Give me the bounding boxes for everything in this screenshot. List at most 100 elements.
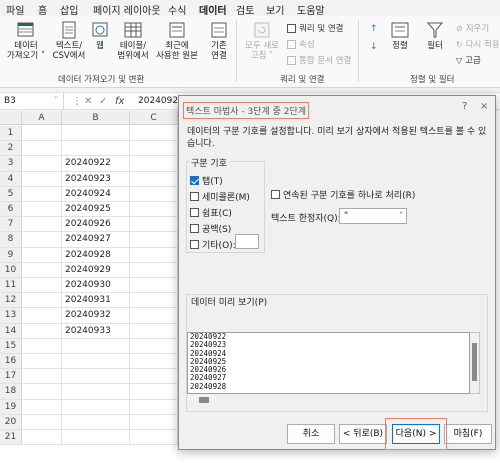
row-header[interactable]: 8	[0, 232, 22, 248]
text-qualifier-select[interactable]: " ˅	[339, 208, 407, 224]
row-header[interactable]: 5	[0, 186, 22, 202]
cell-a[interactable]	[22, 414, 62, 430]
cell-b[interactable]: 20240931	[62, 293, 130, 309]
menu-page-layout[interactable]: 페이지 레이아웃	[93, 2, 161, 17]
delimiter-space-checkbox[interactable]: 공백(S)	[190, 222, 231, 235]
delimiter-other-checkbox[interactable]: 기타(O):	[190, 238, 236, 251]
from-text-csv-button[interactable]: 텍스트/ CSV에서	[50, 21, 88, 61]
menu-insert[interactable]: 삽입	[60, 2, 78, 17]
row-header[interactable]: 10	[0, 262, 22, 278]
cell-c[interactable]	[130, 126, 178, 142]
cell-b[interactable]	[62, 141, 130, 157]
cell-a[interactable]	[22, 141, 62, 157]
cell-b[interactable]: 20240922	[62, 156, 130, 172]
cell-c[interactable]	[130, 217, 178, 233]
row-header[interactable]: 11	[0, 278, 22, 294]
consecutive-delimiters-checkbox[interactable]: 연속된 구분 기호를 하나로 처리(R)	[271, 188, 415, 201]
cell-c[interactable]	[130, 262, 178, 278]
cell-c[interactable]	[130, 278, 178, 294]
scrollbar-thumb[interactable]	[199, 397, 209, 403]
cell-b[interactable]: 20240930	[62, 278, 130, 294]
cancel-button[interactable]: 취소	[287, 424, 335, 444]
menu-view[interactable]: 보기	[266, 2, 284, 17]
row-header[interactable]: 21	[0, 430, 22, 446]
get-data-button[interactable]: 데이터 가져오기 ˅	[4, 21, 48, 61]
properties-button[interactable]: 속성	[287, 38, 315, 50]
row-header[interactable]: 1	[0, 126, 22, 142]
cell-c[interactable]	[130, 430, 178, 446]
existing-connections-button[interactable]: 기존 연결	[205, 21, 233, 61]
cell-b[interactable]: 20240925	[62, 202, 130, 218]
cell-b[interactable]: 20240928	[62, 247, 130, 263]
cell-c[interactable]	[130, 202, 178, 218]
cell-a[interactable]	[22, 232, 62, 248]
cell-c[interactable]	[130, 399, 178, 415]
preview-vertical-scrollbar[interactable]	[470, 332, 480, 394]
menu-home[interactable]: 홈	[38, 2, 47, 17]
delimiter-comma-checkbox[interactable]: 쉼표(C)	[190, 206, 232, 219]
refresh-all-button[interactable]: 모두 새로 고침 ˅	[242, 21, 282, 61]
cell-a[interactable]	[22, 354, 62, 370]
cell-b[interactable]	[62, 354, 130, 370]
chevron-down-icon[interactable]: ˅	[54, 96, 58, 104]
cell-b[interactable]: 20240924	[62, 186, 130, 202]
column-header-a[interactable]: A	[22, 111, 62, 125]
cell-a[interactable]	[22, 217, 62, 233]
cell-a[interactable]	[22, 399, 62, 415]
cell-b[interactable]: 20240932	[62, 308, 130, 324]
from-web-button[interactable]: 웹	[89, 21, 111, 51]
cell-c[interactable]	[130, 414, 178, 430]
cell-a[interactable]	[22, 338, 62, 354]
cell-c[interactable]	[130, 156, 178, 172]
sort-button[interactable]: 정렬	[388, 21, 412, 51]
row-header[interactable]: 16	[0, 354, 22, 370]
cell-a[interactable]	[22, 293, 62, 309]
menu-formulas[interactable]: 수식	[168, 2, 186, 17]
back-button[interactable]: < 뒤로(B)	[339, 424, 387, 444]
cell-c[interactable]	[130, 186, 178, 202]
cell-a[interactable]	[22, 323, 62, 339]
cell-b[interactable]	[62, 369, 130, 385]
row-header[interactable]: 2	[0, 141, 22, 157]
cell-b[interactable]: 20240929	[62, 262, 130, 278]
row-header[interactable]: 20	[0, 414, 22, 430]
cell-b[interactable]	[62, 126, 130, 142]
from-table-range-button[interactable]: 테이블/ 범위에서	[114, 21, 152, 61]
cell-b[interactable]: 20240923	[62, 171, 130, 187]
finish-button[interactable]: 마침(F)	[444, 424, 492, 444]
advanced-button[interactable]: ▽ 고급	[456, 54, 481, 67]
cell-c[interactable]	[130, 338, 178, 354]
select-all-corner[interactable]	[0, 111, 22, 125]
delimiter-tab-checkbox[interactable]: 탭(T)	[190, 174, 223, 187]
cell-c[interactable]	[130, 141, 178, 157]
sort-descending-icon[interactable]: ↓	[370, 42, 378, 52]
recent-sources-button[interactable]: 최근에 사용한 원본	[153, 21, 201, 61]
row-header[interactable]: 19	[0, 399, 22, 415]
data-preview-area[interactable]: 20240922 20240923 20240924 20240925 20240926…	[187, 332, 470, 394]
help-icon[interactable]: ?	[462, 101, 467, 112]
cell-a[interactable]	[22, 430, 62, 446]
menu-file[interactable]: 파일	[6, 2, 24, 17]
other-delimiter-input[interactable]	[235, 234, 259, 249]
reapply-button[interactable]: ↻ 다시 적용	[456, 38, 500, 51]
row-header[interactable]: 12	[0, 293, 22, 309]
menu-review[interactable]: 검토	[236, 2, 254, 17]
cell-c[interactable]	[130, 354, 178, 370]
cell-b[interactable]	[62, 430, 130, 446]
cell-a[interactable]	[22, 308, 62, 324]
formula-input[interactable]: 20240922	[138, 96, 184, 106]
cell-b[interactable]	[62, 384, 130, 400]
insert-function-icon[interactable]: fx	[115, 96, 124, 107]
cell-a[interactable]	[22, 202, 62, 218]
delimiter-semicolon-checkbox[interactable]: 세미콜론(M)	[190, 190, 250, 203]
cell-a[interactable]	[22, 369, 62, 385]
cancel-icon[interactable]: ✕	[84, 96, 92, 107]
cell-a[interactable]	[22, 384, 62, 400]
cell-b[interactable]	[62, 338, 130, 354]
cell-c[interactable]	[130, 384, 178, 400]
queries-connections-button[interactable]: 쿼리 및 연결	[287, 22, 344, 34]
cell-c[interactable]	[130, 171, 178, 187]
preview-horizontal-scrollbar[interactable]	[187, 395, 470, 405]
column-header-b[interactable]: B	[62, 111, 130, 125]
cell-c[interactable]	[130, 308, 178, 324]
